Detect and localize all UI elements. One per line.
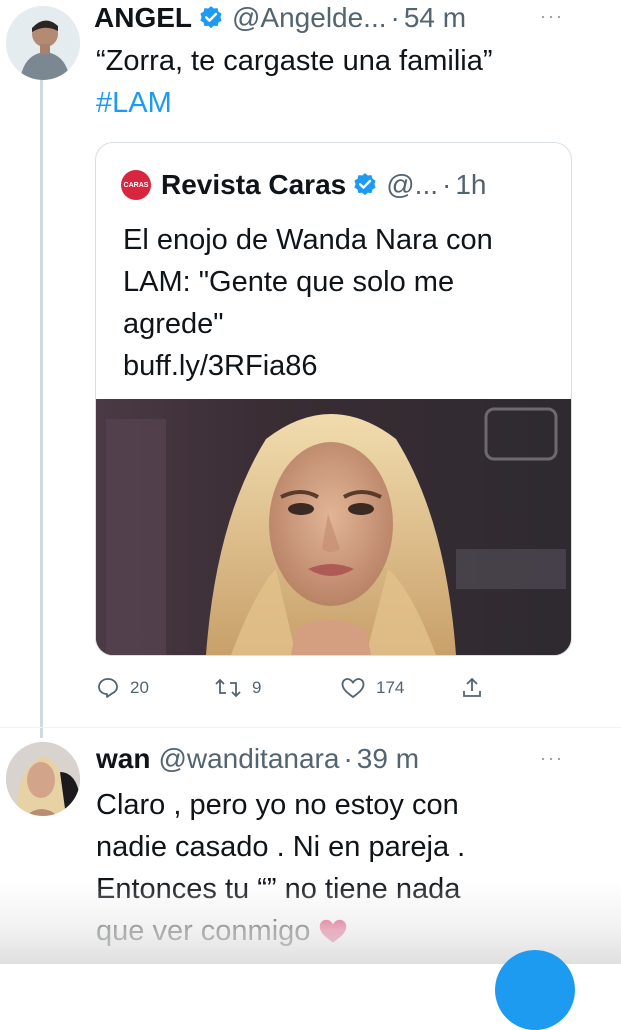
reply-count: 20 [130, 678, 149, 697]
avatar-wan-image [6, 742, 80, 816]
quote-link[interactable]: buff.ly/3RFia86 [123, 345, 563, 387]
red-heart-emoji-icon [320, 919, 347, 943]
share-action[interactable] [460, 676, 484, 700]
quote-display-name[interactable]: Revista Caras [161, 169, 346, 201]
quote-image[interactable] [96, 399, 571, 655]
verified-badge-icon [354, 173, 376, 196]
tweet1-text: “Zorra, te cargaste una familia” #LAM [96, 40, 492, 124]
tweet2-text-line: nadie casado . Ni en pareja . [96, 831, 466, 863]
tweet1-separator: · [390, 2, 400, 33]
caras-logo[interactable]: CARAS [121, 170, 151, 200]
like-action[interactable]: 174 [340, 676, 404, 700]
quote-text-line: agrede" [123, 308, 224, 340]
avatar-angel-image [6, 6, 80, 80]
quote-text-line: LAM: "Gente que solo me [123, 266, 455, 298]
tweet2-text-line: que ver conmigo [96, 915, 311, 947]
like-count: 174 [376, 678, 405, 697]
retweet-count: 9 [252, 678, 262, 697]
retweet-action[interactable]: 9 [214, 676, 261, 700]
tweet1-handle[interactable]: @Angelde... [232, 2, 387, 34]
quote-header: CARAS Revista Caras @... · 1h [121, 169, 486, 201]
thread-line [40, 78, 43, 738]
avatar-wan[interactable] [6, 742, 80, 816]
quote-text: El enojo de Wanda Nara con LAM: "Gente q… [123, 219, 563, 387]
tweet2-text-line: Claro , pero yo no estoy con [96, 789, 459, 821]
quote-time[interactable]: 1h [455, 169, 486, 201]
tweet2-text: Claro , pero yo no estoy con nadie casad… [96, 784, 616, 952]
reply-action[interactable]: 20 [96, 676, 149, 700]
reply-icon [98, 678, 118, 698]
portrait-image [96, 399, 571, 655]
tweet2-handle[interactable]: @wanditanara [158, 743, 339, 775]
tweet1-hashtag[interactable]: #LAM [96, 82, 492, 124]
avatar-angel[interactable] [6, 6, 80, 80]
quote-text-line: El enojo de Wanda Nara con [123, 224, 493, 256]
quote-handle[interactable]: @... [386, 169, 438, 201]
tweet1-time[interactable]: 54 m [404, 2, 466, 34]
tweet2-display-name[interactable]: wan [96, 743, 150, 775]
tweet-divider [0, 727, 621, 728]
tweet2-header: wan @wanditanara · 39 m [96, 742, 419, 776]
share-icon [463, 677, 481, 697]
more-horizontal-icon[interactable]: ··· [540, 6, 564, 27]
retweet-icon [215, 678, 241, 698]
tweet1-display-name[interactable]: ANGEL [94, 2, 192, 34]
tweet2-time[interactable]: 39 m [357, 743, 419, 775]
tweet1-text-line: “Zorra, te cargaste una familia” [96, 45, 493, 77]
tweet2-separator: · [343, 743, 353, 774]
quoted-tweet-card[interactable]: CARAS Revista Caras @... · 1h El enojo d… [95, 142, 572, 656]
tweet2-text-line: Entonces tu “” no tiene nada [96, 873, 461, 905]
compose-fab[interactable] [495, 950, 575, 1030]
tweet1-header: ANGEL @Angelde... · 54 m [94, 0, 614, 36]
heart-outline-icon [341, 678, 365, 699]
more-horizontal-icon[interactable]: ··· [540, 748, 564, 769]
tweet2-last-line: que ver conmigo [96, 910, 616, 952]
quote-separator: · [442, 169, 452, 200]
verified-badge-icon [200, 6, 222, 29]
